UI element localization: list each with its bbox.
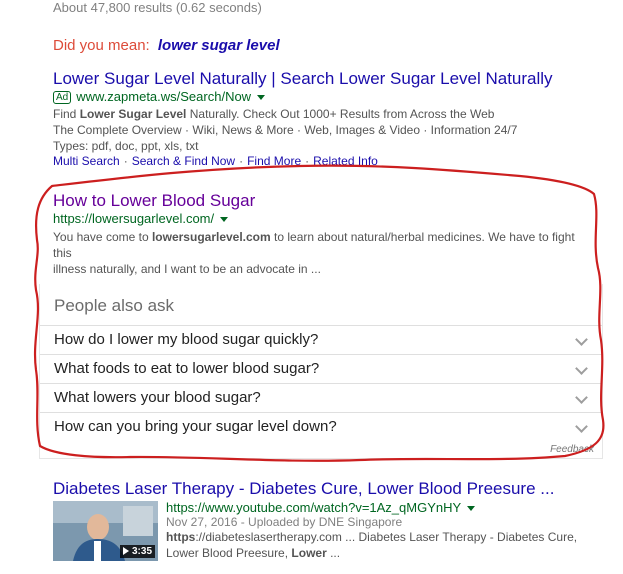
video-result-url-row: https://www.youtube.com/watch?v=1Az_qMGY… xyxy=(166,500,616,515)
snippet-text: Lower Blood Preesure, xyxy=(166,546,292,560)
video-result-url[interactable]: https://www.youtube.com/watch?v=1Az_qMGY… xyxy=(166,500,461,515)
snippet-text: ... xyxy=(326,546,341,560)
annotation-outline xyxy=(33,164,605,462)
video-result-snippet: https://diabeteslasertherapy.com ... Dia… xyxy=(166,529,616,561)
snippet-bold: https xyxy=(166,530,196,544)
video-result-details: https://www.youtube.com/watch?v=1Az_qMGY… xyxy=(166,500,616,561)
video-duration: 3:35 xyxy=(131,546,152,557)
video-upload-meta: Nov 27, 2016 - Uploaded by DNE Singapore xyxy=(166,515,403,529)
video-result-title[interactable]: Diabetes Laser Therapy - Diabetes Cure, … xyxy=(53,479,554,499)
video-thumbnail[interactable]: 3:35 xyxy=(53,501,158,561)
snippet-text: ://diabeteslasertherapy.com ... Diabetes… xyxy=(195,530,578,544)
play-icon xyxy=(122,547,129,555)
video-duration-badge: 3:35 xyxy=(119,545,155,558)
snippet-bold: Lower xyxy=(291,546,327,560)
url-dropdown-caret-icon[interactable] xyxy=(467,506,476,512)
